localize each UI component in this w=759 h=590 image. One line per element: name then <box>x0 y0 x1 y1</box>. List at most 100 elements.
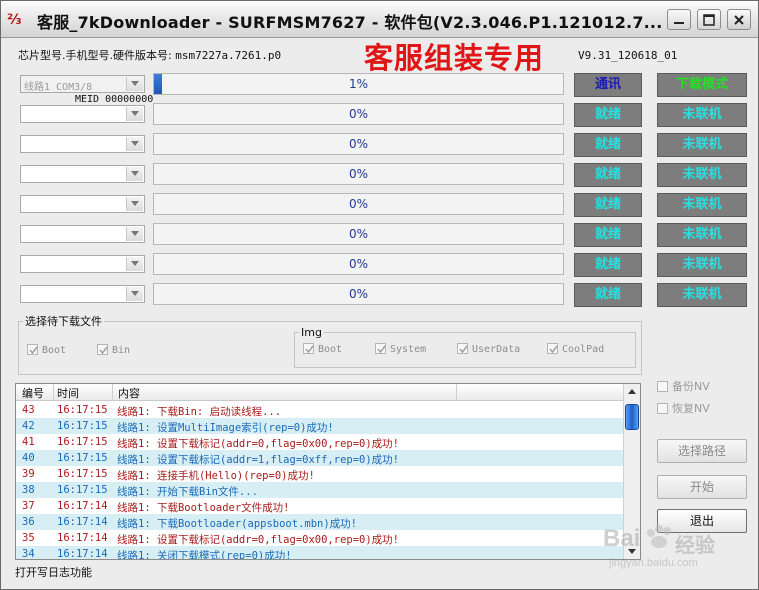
line-status-1[interactable]: 通讯 <box>574 73 642 97</box>
port-select-1[interactable]: 线路1 COM3/8 <box>20 75 145 93</box>
dropdown-button[interactable] <box>126 227 143 241</box>
port-select-6[interactable] <box>20 225 145 243</box>
log-content: 线路1: 开始下载Bin文件... <box>117 486 258 498</box>
col-divider[interactable] <box>112 384 113 400</box>
line-mode-6[interactable]: 未联机 <box>657 223 747 247</box>
log-no: 35 <box>22 532 35 544</box>
log-row[interactable]: 40 16:17:15 线路1: 设置下载标记(addr=1,flag=0xff,r… <box>16 450 625 466</box>
select-path-button[interactable]: 选择路径 <box>657 439 747 463</box>
meid-label: MEID 00000000 <box>75 94 154 105</box>
check-icon <box>459 345 468 354</box>
progress-bar-7: 0% <box>153 253 564 275</box>
log-row[interactable]: 39 16:17:15 线路1: 连接手机(Hello)(rep=0)成功! <box>16 466 625 482</box>
restore-nv-checkbox[interactable]: 恢复NV <box>657 400 710 416</box>
log-time: 16:17:15 <box>57 452 108 464</box>
checkbox-box <box>375 343 386 354</box>
log-row[interactable]: 42 16:17:15 线路1: 设置MultiImage索引(rep=0)成功! <box>16 418 625 434</box>
port-select-2[interactable] <box>20 105 145 123</box>
line-status-5[interactable]: 就绪 <box>574 193 642 217</box>
line-status-8[interactable]: 就绪 <box>574 283 642 307</box>
chip-label-text: 芯片型号.手机型号.硬件版本号: <box>18 49 172 62</box>
log-content: 线路1: 设置下载标记(addr=0,flag=0x00,rep=0)成功! <box>117 534 400 546</box>
log-time: 16:17:15 <box>57 420 108 432</box>
dropdown-button[interactable] <box>126 287 143 301</box>
scroll-up-icon[interactable] <box>624 384 640 400</box>
checkbox-box <box>657 381 668 392</box>
col-header-time[interactable]: 时间 <box>57 385 79 401</box>
title-bar[interactable]: ⅔ 客服_7kDownloader - SURFMSM7627 - 软件包(V2… <box>1 1 758 38</box>
line-mode-3[interactable]: 未联机 <box>657 133 747 157</box>
progress-bar-8: 0% <box>153 283 564 305</box>
log-no: 43 <box>22 404 35 416</box>
checkbox-box <box>97 344 108 355</box>
line-mode-2[interactable]: 未联机 <box>657 103 747 127</box>
line-status-2[interactable]: 就绪 <box>574 103 642 127</box>
watermark-brand: Bai <box>603 525 641 552</box>
dropdown-button[interactable] <box>126 257 143 271</box>
scroll-thumb[interactable] <box>625 404 639 430</box>
dropdown-button[interactable] <box>126 107 143 121</box>
img-boot-label: Boot <box>318 344 343 355</box>
line-status-7[interactable]: 就绪 <box>574 253 642 277</box>
progress-bar-2: 0% <box>153 103 564 125</box>
log-row[interactable]: 41 16:17:15 线路1: 设置下载标记(addr=0,flag=0x00,r… <box>16 434 625 450</box>
port-select-7[interactable] <box>20 255 145 273</box>
col-header-no[interactable]: 编号 <box>22 385 44 401</box>
img-system-checkbox[interactable]: System <box>375 343 426 355</box>
log-row[interactable]: 34 16:17:14 线路1: 关闭下载模式(rep=0)成功! <box>16 546 625 559</box>
log-no: 40 <box>22 452 35 464</box>
log-content: 线路1: 设置下载标记(addr=1,flag=0xff,rep=0)成功! <box>117 454 400 466</box>
close-button[interactable] <box>727 9 751 30</box>
col-divider[interactable] <box>456 384 457 400</box>
svg-text:⅔: ⅔ <box>7 12 22 28</box>
img-boot-checkbox[interactable]: Boot <box>303 343 342 355</box>
log-time: 16:17:14 <box>57 532 108 544</box>
chevron-down-icon <box>131 81 139 86</box>
close-icon <box>734 15 744 25</box>
log-list[interactable]: 编号 时间 内容 43 16:17:15 线路1: 下载Bin: 启动读线程... 4… <box>15 383 641 560</box>
port-select-5[interactable] <box>20 195 145 213</box>
img-userdata-checkbox[interactable]: UserData <box>457 343 520 355</box>
progress-bar-4: 0% <box>153 163 564 185</box>
line-status-4[interactable]: 就绪 <box>574 163 642 187</box>
log-row[interactable]: 38 16:17:15 线路1: 开始下载Bin文件... <box>16 482 625 498</box>
checkbox-box <box>457 343 468 354</box>
log-time: 16:17:15 <box>57 404 108 416</box>
port-select-8[interactable] <box>20 285 145 303</box>
line-mode-5[interactable]: 未联机 <box>657 193 747 217</box>
port-select-4[interactable] <box>20 165 145 183</box>
maximize-button[interactable] <box>697 9 721 30</box>
line-status-6[interactable]: 就绪 <box>574 223 642 247</box>
start-button[interactable]: 开始 <box>657 475 747 499</box>
log-no: 38 <box>22 484 35 496</box>
promo-banner: 客服组装专用 <box>364 41 545 75</box>
img-coolpad-checkbox[interactable]: CoolPad <box>547 343 604 355</box>
line-status-3[interactable]: 就绪 <box>574 133 642 157</box>
line-mode-1[interactable]: 下载模式 <box>657 73 747 97</box>
col-header-content[interactable]: 内容 <box>118 385 140 401</box>
chip-model-label: 芯片型号.手机型号.硬件版本号: msm7227a.7261.p0 <box>18 47 281 63</box>
log-content: 线路1: 下载Bootloader文件成功! <box>117 502 290 514</box>
backup-nv-checkbox[interactable]: 备份NV <box>657 378 710 394</box>
dropdown-button[interactable] <box>126 167 143 181</box>
progress-text: 0% <box>348 257 369 271</box>
log-row[interactable]: 35 16:17:14 线路1: 设置下载标记(addr=0,flag=0x00,r… <box>16 530 625 546</box>
line-mode-4[interactable]: 未联机 <box>657 163 747 187</box>
log-row[interactable]: 43 16:17:15 线路1: 下载Bin: 启动读线程... <box>16 402 625 418</box>
line-mode-8[interactable]: 未联机 <box>657 283 747 307</box>
file-select-legend: 选择待下载文件 <box>25 315 102 328</box>
dropdown-button[interactable] <box>126 197 143 211</box>
minimize-button[interactable] <box>667 9 691 30</box>
boot-checkbox[interactable]: Boot <box>27 344 66 356</box>
restore-nv-label: 恢复NV <box>672 402 710 415</box>
log-no: 39 <box>22 468 35 480</box>
dropdown-button[interactable] <box>126 137 143 151</box>
dropdown-button[interactable] <box>126 77 143 91</box>
bin-checkbox[interactable]: Bin <box>97 344 130 356</box>
col-divider[interactable] <box>53 384 54 400</box>
check-icon <box>305 345 314 354</box>
log-row[interactable]: 36 16:17:14 线路1: 下载Bootloader(appsboot.mbn… <box>16 514 625 530</box>
log-row[interactable]: 37 16:17:14 线路1: 下载Bootloader文件成功! <box>16 498 625 514</box>
port-select-3[interactable] <box>20 135 145 153</box>
line-mode-7[interactable]: 未联机 <box>657 253 747 277</box>
